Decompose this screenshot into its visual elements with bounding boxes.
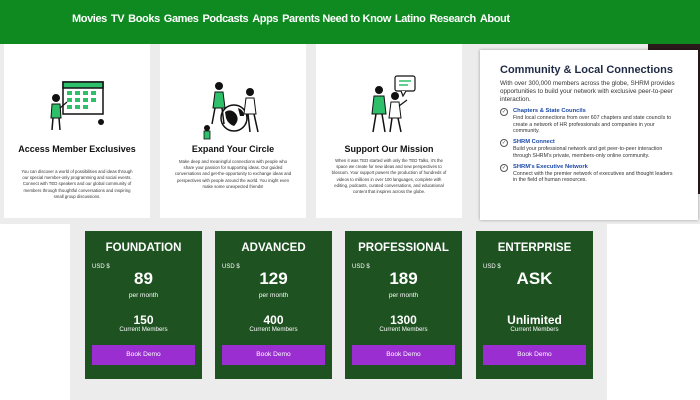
- executive-network-link[interactable]: SHRM's Executive Network: [513, 164, 678, 171]
- nav-menu: Movies TV Books Games Podcasts Apps Pare…: [72, 13, 514, 25]
- mission-illustration-icon: [371, 75, 416, 133]
- plan-members-label: Current Members: [379, 326, 428, 333]
- nav-item-parents-need-to-know[interactable]: Parents Need to Know: [282, 13, 391, 25]
- calendar-illustration-icon: [50, 81, 104, 131]
- list-item: ✓ SHRM's Executive Network Connect with …: [500, 163, 678, 184]
- plan-name: FOUNDATION: [105, 242, 182, 254]
- plan-name: PROFESSIONAL: [358, 242, 449, 254]
- feature-title: Access Member Exclusives: [18, 144, 136, 154]
- plan-price: 189: [389, 269, 418, 288]
- plan-price: 129: [259, 269, 288, 288]
- plan-period: per month: [388, 292, 419, 299]
- plan-members-label: Current Members: [119, 326, 168, 333]
- plan-price: ASK: [516, 269, 553, 288]
- nav-item-latino[interactable]: Latino: [395, 13, 426, 25]
- panel-title: Community & Local Connections: [500, 64, 673, 76]
- plan-members: 150: [133, 313, 154, 327]
- plan-price: 89: [134, 269, 153, 288]
- plan-members-label: Current Members: [249, 326, 298, 333]
- list-item: ✓ SHRM Connect Build your professional n…: [500, 139, 678, 159]
- nav-item-movies[interactable]: Movies: [72, 13, 107, 25]
- book-demo-button[interactable]: Book Demo: [222, 345, 325, 365]
- feature-title: Expand Your Circle: [191, 144, 275, 154]
- book-demo-button[interactable]: Book Demo: [92, 345, 195, 365]
- list-item: ✓ Chapters & State Councils Find local c…: [500, 108, 678, 134]
- chapters-link[interactable]: Chapters & State Councils: [513, 108, 678, 115]
- nav-item-tv[interactable]: TV: [111, 13, 125, 25]
- nav-item-podcasts[interactable]: Podcasts: [203, 13, 249, 25]
- plan-members: 400: [263, 313, 284, 327]
- plan-card-professional: PROFESSIONAL USD $ 189 per month 1300 Cu…: [345, 231, 462, 379]
- nav-item-books[interactable]: Books: [128, 13, 160, 25]
- top-nav-bar: Movies TV Books Games Podcasts Apps Pare…: [0, 0, 700, 44]
- feature-body: Make deep and meaningful connections wit…: [174, 159, 292, 189]
- community-connections-panel: Community & Local Connections With over …: [480, 50, 698, 220]
- feature-card-support-mission: Support Our Mission When it was TED star…: [316, 44, 462, 218]
- item-description: Connect with the premier network of exec…: [513, 170, 673, 184]
- plan-card-enterprise: ENTERPRISE USD $ ASK Unlimited Current M…: [476, 231, 593, 379]
- plan-members: Unlimited: [507, 313, 562, 327]
- check-circle-icon: ✓: [500, 139, 508, 148]
- feature-card-member-exclusives: Access Member Exclusives You can discove…: [4, 44, 150, 218]
- plan-card-foundation: FOUNDATION USD $ 89 per month 150 Curren…: [85, 231, 202, 379]
- nav-item-research[interactable]: Research: [429, 13, 476, 25]
- plan-period: per month: [258, 292, 289, 299]
- book-demo-button[interactable]: Book Demo: [483, 345, 586, 365]
- panel-intro: With over 300,000 members across the glo…: [500, 80, 675, 103]
- feature-card-expand-circle: Expand Your Circle Make deep and meaning…: [160, 44, 306, 218]
- feature-body: When it was TED started with only the TE…: [331, 158, 447, 195]
- feature-body: You can discover a world of possibilitie…: [21, 169, 133, 199]
- check-circle-icon: ✓: [500, 163, 508, 172]
- item-description: Build your professional network and get …: [513, 146, 663, 159]
- item-description: Find local connections from over 607 cha…: [513, 115, 672, 134]
- check-circle-icon: ✓: [500, 108, 508, 117]
- plan-name: ENTERPRISE: [497, 242, 572, 254]
- feature-title: Support Our Mission: [344, 144, 434, 154]
- nav-item-apps[interactable]: Apps: [252, 13, 278, 25]
- plan-members-label: Current Members: [510, 326, 559, 333]
- shrm-connect-link[interactable]: SHRM Connect: [513, 139, 678, 146]
- nav-item-games[interactable]: Games: [164, 13, 199, 25]
- people-globe-illustration-icon: [203, 82, 259, 140]
- book-demo-button[interactable]: Book Demo: [352, 345, 455, 365]
- plan-members: 1300: [390, 313, 417, 327]
- plan-period: per month: [128, 292, 159, 299]
- plan-name: ADVANCED: [241, 242, 306, 254]
- nav-item-about[interactable]: About: [480, 13, 510, 25]
- plan-card-advanced: ADVANCED USD $ 129 per month 400 Current…: [215, 231, 332, 379]
